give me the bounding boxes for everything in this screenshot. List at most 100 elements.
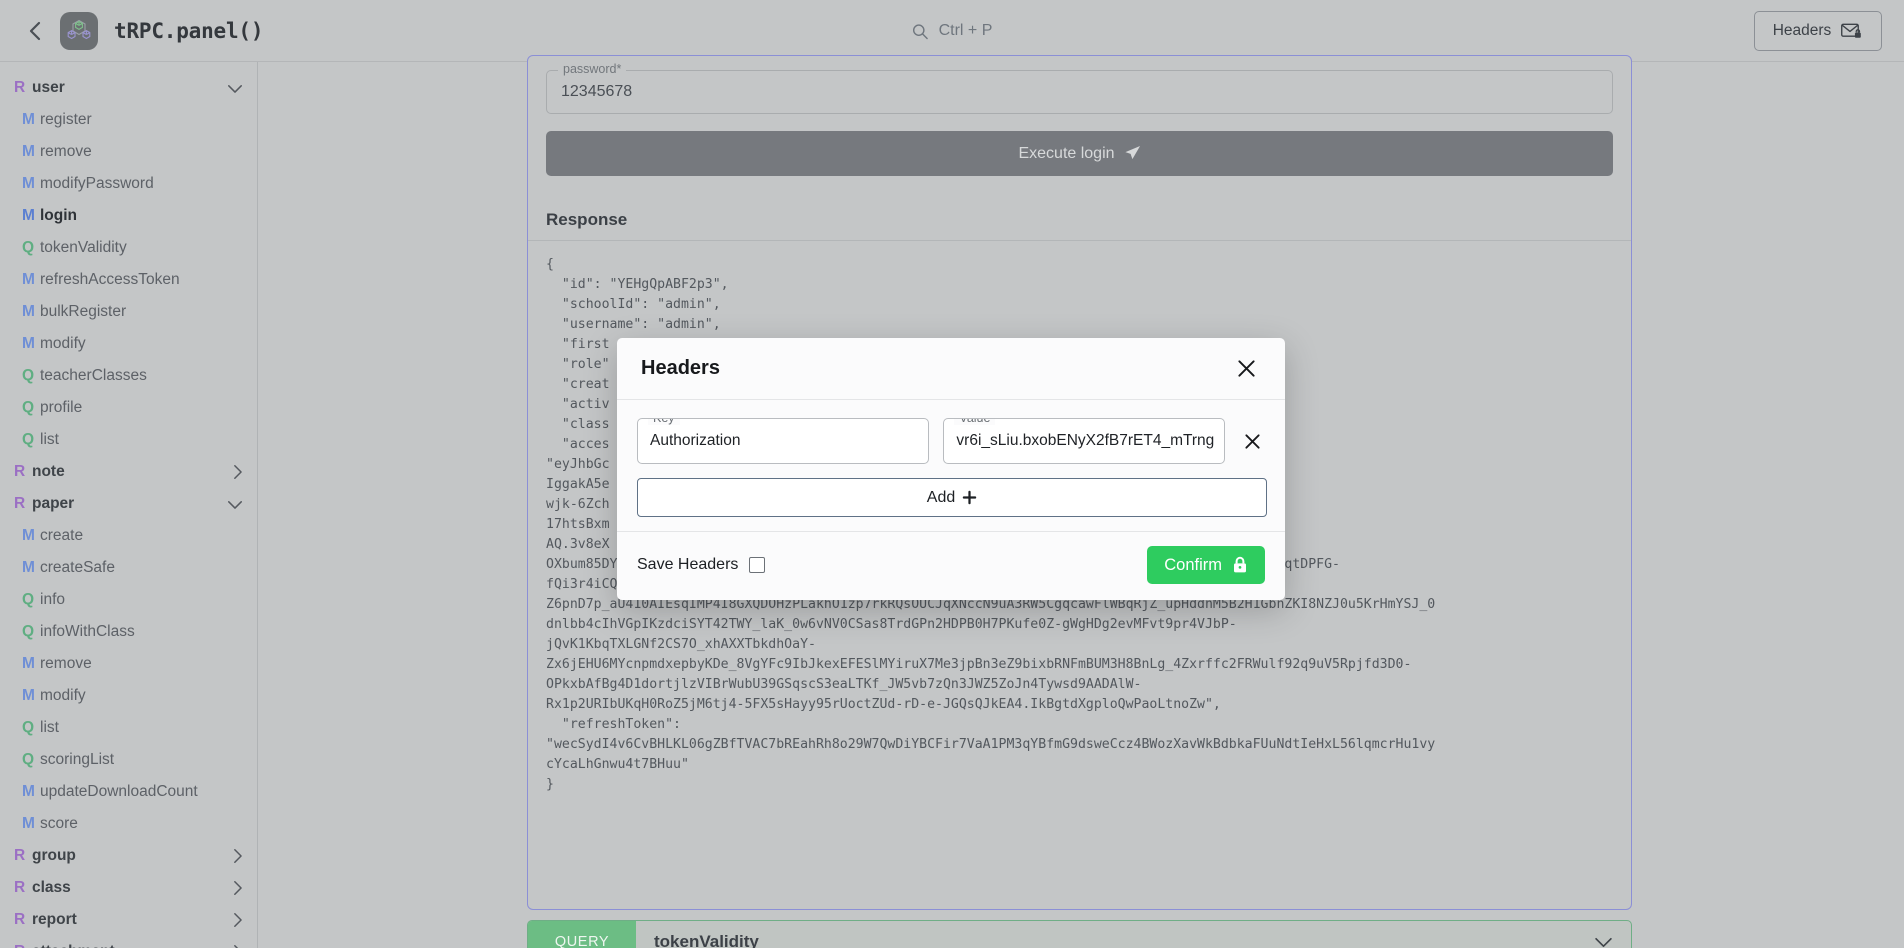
query-accordion-tokenvalidity[interactable]: QUERY tokenValidity	[527, 920, 1632, 948]
sidebar-procedure-label: login	[40, 207, 78, 224]
procedure-sigil: Q	[22, 399, 35, 416]
sidebar-procedure-list[interactable]: Qlist	[0, 712, 257, 744]
sidebar-procedure-scoringList[interactable]: QscoringList	[0, 744, 257, 776]
sidebar-procedure-modify[interactable]: Mmodify	[0, 680, 257, 712]
chevron-left-icon	[29, 21, 41, 40]
search-placeholder-text: Ctrl + P	[938, 22, 993, 39]
router-sigil: R	[14, 879, 26, 896]
sidebar-procedure-label: modify	[40, 335, 86, 352]
sidebar-procedure-remove[interactable]: Mremove	[0, 136, 257, 168]
sidebar-procedure-label: create	[40, 527, 84, 544]
sidebar-router-label: attachment	[32, 943, 115, 948]
chevron-down-icon[interactable]	[227, 499, 243, 510]
sidebar-procedure-profile[interactable]: Qprofile	[0, 392, 257, 424]
header-value-label: Value	[954, 419, 996, 425]
sidebar-procedure-register[interactable]: Mregister	[0, 104, 257, 136]
sidebar-list: Ruser Mregister Mremove MmodifyPassword Mlog…	[0, 72, 257, 948]
execute-login-button[interactable]: Execute login	[546, 131, 1613, 176]
sidebar-procedure-label: updateDownloadCount	[40, 783, 198, 800]
procedure-sigil: M	[22, 303, 35, 320]
chevron-right-icon[interactable]	[232, 848, 243, 864]
add-header-button[interactable]: Add	[637, 478, 1267, 517]
procedure-sigil: Q	[22, 367, 35, 384]
sidebar-procedure-infoWithClass[interactable]: QinfoWithClass	[0, 616, 257, 648]
headers-button-label: Headers	[1772, 22, 1832, 39]
sidebar-procedure-login[interactable]: Mlogin	[0, 200, 257, 232]
confirm-button[interactable]: Confirm	[1147, 546, 1265, 584]
sidebar[interactable]: Ruser Mregister Mremove MmodifyPassword Mlog…	[0, 62, 258, 948]
sidebar-procedure-label: list	[40, 719, 59, 736]
back-button[interactable]	[22, 18, 48, 44]
procedure-sigil: M	[22, 175, 35, 192]
global-search[interactable]: Ctrl + P	[912, 0, 993, 62]
procedure-sigil: M	[22, 655, 35, 672]
remove-header-row-button[interactable]	[1239, 428, 1265, 454]
chevron-down-icon[interactable]	[227, 83, 243, 94]
router-sigil: R	[14, 495, 26, 512]
sidebar-router-note[interactable]: Rnote	[0, 456, 257, 488]
router-sigil: R	[14, 79, 26, 96]
header-key-value: Authorization	[650, 432, 741, 449]
sidebar-procedure-label: scoringList	[40, 751, 115, 768]
procedure-sigil: M	[22, 527, 35, 544]
trpc-cubes-logo-icon	[67, 19, 91, 39]
sidebar-procedure-info[interactable]: Qinfo	[0, 584, 257, 616]
sidebar-procedure-label: remove	[40, 143, 92, 160]
sidebar-procedure-label: modifyPassword	[40, 175, 154, 192]
sidebar-procedure-updateDownloadCount[interactable]: MupdateDownloadCount	[0, 776, 257, 808]
procedure-sigil: M	[22, 559, 35, 576]
sidebar-procedure-tokenValidity[interactable]: QtokenValidity	[0, 232, 257, 264]
headers-modal: Headers Key Authorization Value vr6i_sLi…	[617, 338, 1285, 600]
sidebar-procedure-score[interactable]: Mscore	[0, 808, 257, 840]
procedure-sigil: M	[22, 687, 35, 704]
header-key-label: Key	[648, 419, 680, 425]
sidebar-router-label: user	[32, 79, 65, 96]
sidebar-procedure-label: list	[40, 431, 59, 448]
save-headers-checkbox[interactable]	[749, 557, 766, 573]
sidebar-router-attachment[interactable]: Rattachment	[0, 936, 257, 948]
confirm-button-label: Confirm	[1164, 555, 1222, 574]
password-field[interactable]: password* 12345678	[546, 62, 1613, 114]
sidebar-router-label: class	[32, 879, 71, 896]
chevron-right-icon[interactable]	[232, 912, 243, 928]
router-sigil: R	[14, 847, 26, 864]
save-headers-label: Save Headers	[637, 556, 739, 573]
chevron-right-icon[interactable]	[232, 944, 243, 948]
chevron-right-icon[interactable]	[232, 464, 243, 480]
header-value-input[interactable]: Value vr6i_sLiu.bxobENyX2fB7rET4_mTrng	[943, 418, 1225, 464]
response-heading: Response	[528, 192, 1631, 241]
procedure-sigil: M	[22, 143, 35, 160]
sidebar-procedure-label: modify	[40, 687, 86, 704]
sidebar-procedure-teacherClasses[interactable]: QteacherClasses	[0, 360, 257, 392]
router-sigil: R	[14, 463, 26, 480]
sidebar-router-class[interactable]: Rclass	[0, 872, 257, 904]
headers-button[interactable]: Headers	[1754, 11, 1882, 51]
sidebar-procedure-bulkRegister[interactable]: MbulkRegister	[0, 296, 257, 328]
sidebar-procedure-list[interactable]: Qlist	[0, 424, 257, 456]
sidebar-router-paper[interactable]: Rpaper	[0, 488, 257, 520]
sidebar-router-user[interactable]: Ruser	[0, 72, 257, 104]
sidebar-router-label: group	[32, 847, 76, 864]
sidebar-procedure-modifyPassword[interactable]: MmodifyPassword	[0, 168, 257, 200]
sidebar-router-group[interactable]: Rgroup	[0, 840, 257, 872]
app-title: tRPC.panel()	[114, 18, 264, 43]
sidebar-procedure-createSafe[interactable]: McreateSafe	[0, 552, 257, 584]
sidebar-procedure-label: teacherClasses	[40, 367, 147, 384]
sidebar-procedure-modify[interactable]: Mmodify	[0, 328, 257, 360]
sidebar-procedure-create[interactable]: Mcreate	[0, 520, 257, 552]
sidebar-procedure-refreshAccessToken[interactable]: MrefreshAccessToken	[0, 264, 257, 296]
close-icon	[1244, 433, 1260, 449]
sidebar-router-label: paper	[32, 495, 75, 512]
chevron-down-icon[interactable]	[1594, 936, 1613, 948]
sidebar-router-report[interactable]: Rreport	[0, 904, 257, 936]
router-sigil: R	[14, 943, 32, 948]
header-row: Key Authorization Value vr6i_sLiu.bxobEN…	[637, 418, 1265, 464]
password-field-label: password*	[558, 62, 627, 76]
chevron-right-icon[interactable]	[232, 880, 243, 896]
sidebar-procedure-remove[interactable]: Mremove	[0, 648, 257, 680]
procedure-sigil: M	[22, 335, 35, 352]
close-icon[interactable]	[1231, 354, 1261, 384]
headers-modal-title: Headers	[641, 357, 720, 379]
header-key-input[interactable]: Key Authorization	[637, 418, 930, 464]
headers-modal-body: Key Authorization Value vr6i_sLiu.bxobEN…	[617, 400, 1285, 531]
